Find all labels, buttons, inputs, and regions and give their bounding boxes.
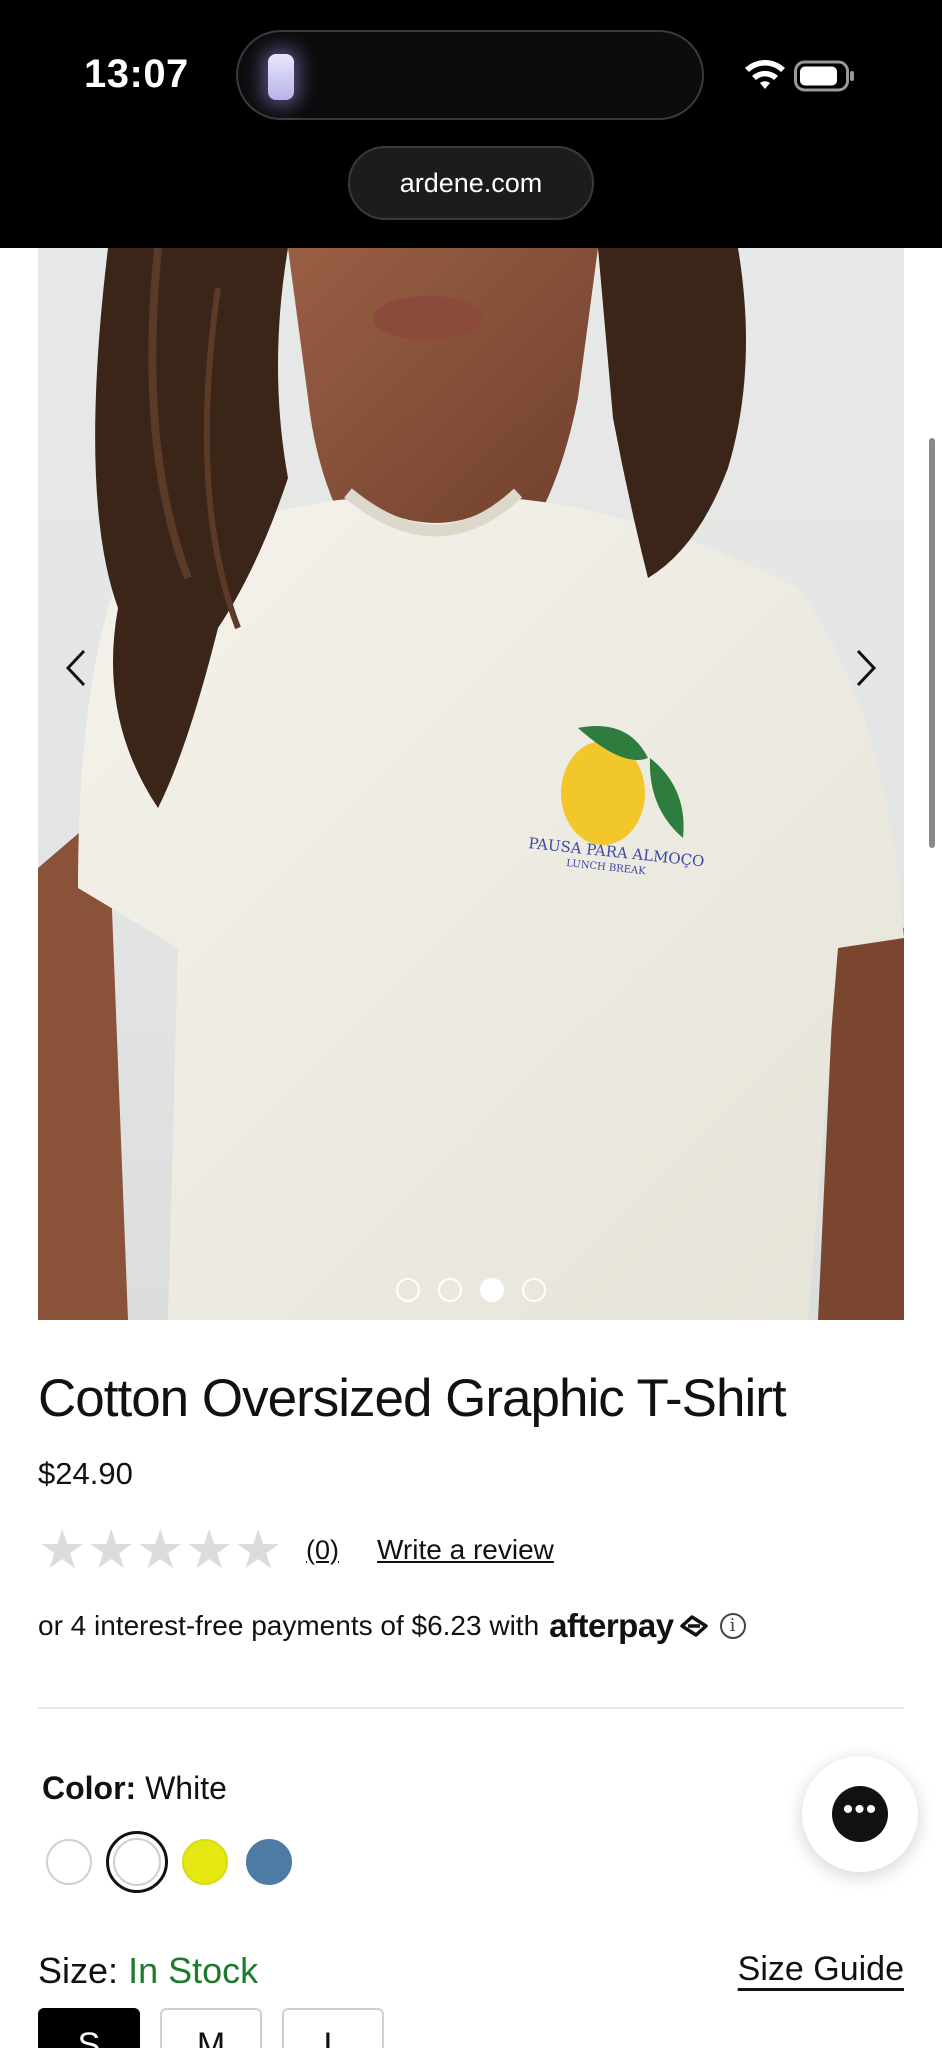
chat-icon: ••• [832,1786,888,1842]
star-icon: ★ [185,1520,234,1580]
chat-button[interactable]: ••• [802,1756,918,1872]
size-option-l[interactable]: L [282,2008,384,2048]
flashlight-icon [268,54,294,100]
afterpay-row: or 4 interest-free payments of $6.23 wit… [38,1604,746,1648]
next-image-button[interactable] [836,638,896,698]
chevron-right-icon [856,649,877,687]
color-swatch-blue[interactable] [246,1839,292,1885]
gallery-dot-1[interactable] [396,1278,420,1302]
chevron-left-icon [65,649,86,687]
afterpay-arrows-icon [679,1615,708,1637]
rating-row: ★ ★ ★ ★ ★ (0) Write a review [38,1520,554,1580]
previous-image-button[interactable] [46,638,106,698]
color-swatch-yellow[interactable] [182,1839,228,1885]
star-icon: ★ [87,1520,136,1580]
color-swatches [46,1831,292,1893]
gallery-dot-2[interactable] [438,1278,462,1302]
color-swatch-white-selected[interactable] [106,1831,168,1893]
status-time: 13:07 [84,52,189,96]
color-label: Color: [42,1770,137,1806]
size-guide-link[interactable]: Size Guide [738,1950,904,1989]
write-review-link[interactable]: Write a review [377,1534,554,1566]
section-divider [38,1707,904,1709]
star-icon: ★ [38,1520,87,1580]
afterpay-logo: afterpay [549,1607,674,1644]
color-swatch-fill [113,1838,161,1886]
product-image-gallery[interactable]: PAUSA PARA ALMOÇO LUNCH BREAK [38,248,904,1320]
gallery-dot-4[interactable] [522,1278,546,1302]
star-icon: ★ [136,1520,185,1580]
rating-stars: ★ ★ ★ ★ ★ [38,1520,283,1580]
stock-status: In Stock [128,1950,259,1991]
info-icon[interactable]: i [719,1613,746,1639]
gallery-pagination [38,1278,904,1308]
size-option-m[interactable]: M [160,2008,262,2048]
size-label: Size: [38,1950,119,1991]
chat-widget[interactable]: ••• [802,1756,942,1872]
product-price: $24.90 [38,1456,133,1491]
star-icon: ★ [234,1520,283,1580]
color-label-row: Color: White [42,1770,227,1807]
size-options: S M L [38,2008,384,2048]
size-label-row: Size: In Stock [38,1950,258,1992]
afterpay-text: or 4 interest-free payments of $6.23 wit… [38,1610,540,1641]
color-swatch-white-1[interactable] [46,1839,92,1885]
wifi-icon [745,60,785,89]
size-option-s[interactable]: S [38,2008,140,2048]
page-scrollbar[interactable] [929,438,935,848]
browser-top-bar: 13:07 ardene.com [0,0,942,248]
gallery-dot-3[interactable] [480,1278,504,1302]
review-count-link[interactable]: (0) [306,1535,339,1566]
product-photo: PAUSA PARA ALMOÇO LUNCH BREAK [38,248,904,1320]
color-value: White [145,1770,227,1806]
product-title: Cotton Oversized Graphic T-Shirt [38,1369,787,1428]
url-bar[interactable]: ardene.com [348,146,594,220]
battery-icon [794,60,854,92]
dynamic-island [236,30,704,120]
